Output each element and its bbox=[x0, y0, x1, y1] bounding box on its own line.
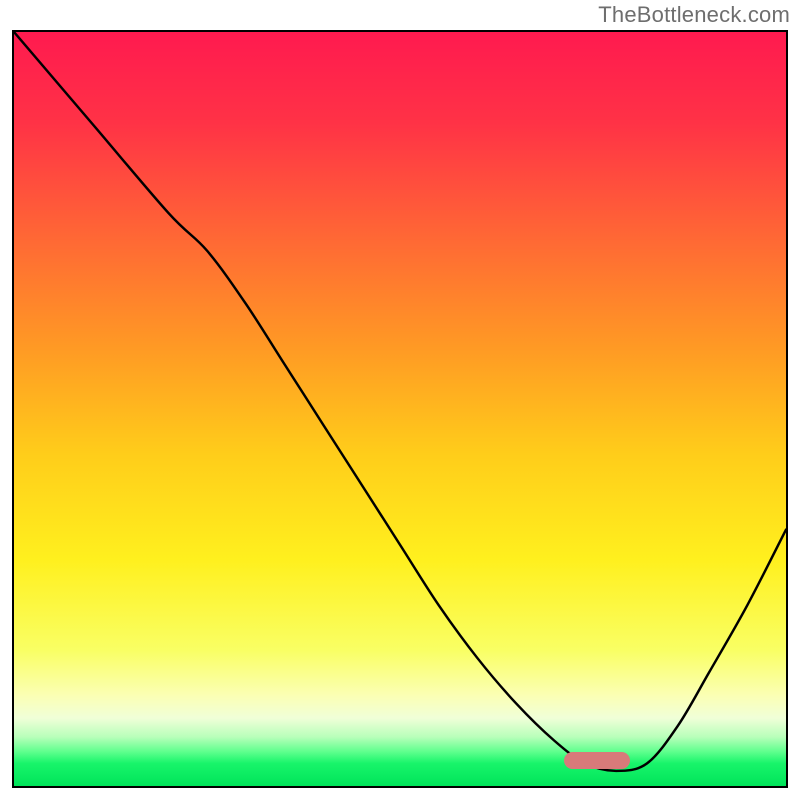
bottleneck-curve bbox=[14, 32, 786, 786]
watermark-text: TheBottleneck.com bbox=[598, 2, 790, 28]
optimum-marker bbox=[564, 752, 630, 769]
stage: TheBottleneck.com bbox=[0, 0, 800, 800]
plot-frame bbox=[12, 30, 788, 788]
